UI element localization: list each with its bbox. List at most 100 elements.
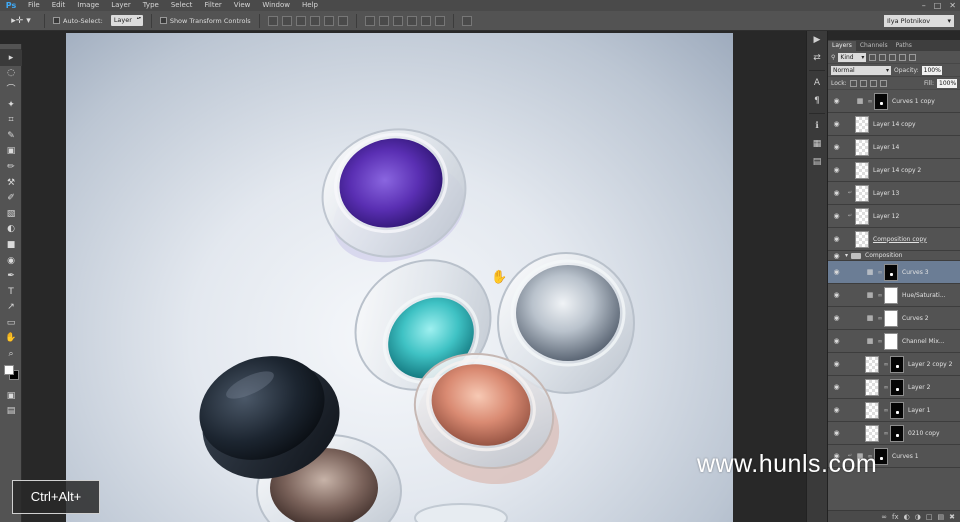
- menu-help[interactable]: Help: [296, 0, 324, 11]
- visibility-eye-icon[interactable]: ◉: [828, 143, 845, 151]
- align-top-edges-icon[interactable]: [267, 15, 278, 26]
- distribute-bottom-icon[interactable]: [392, 15, 403, 26]
- document-canvas[interactable]: ✋: [66, 33, 733, 522]
- layer-row[interactable]: ◉ ▦ ∞ Hue/Saturati...: [828, 284, 960, 307]
- visibility-eye-icon[interactable]: ◉: [828, 337, 845, 345]
- minimize-icon[interactable]: –: [922, 0, 926, 11]
- quick-select-tool-icon[interactable]: ✦: [0, 97, 22, 113]
- menu-select[interactable]: Select: [165, 0, 199, 11]
- layer-thumbnail[interactable]: [865, 424, 879, 442]
- path-select-tool-icon[interactable]: ↗: [0, 300, 22, 316]
- layer-thumbnail[interactable]: [855, 115, 869, 133]
- lock-transparent-icon[interactable]: [849, 79, 857, 87]
- menu-edit[interactable]: Edit: [46, 0, 72, 11]
- menu-view[interactable]: View: [228, 0, 257, 11]
- auto-align-layers-icon[interactable]: [461, 15, 472, 26]
- layer-mask-thumbnail[interactable]: [890, 424, 904, 442]
- layer-row[interactable]: ◉ Layer 14 copy: [828, 113, 960, 136]
- visibility-eye-icon[interactable]: ◉: [828, 383, 845, 391]
- align-vertical-centers-icon[interactable]: [281, 15, 292, 26]
- brush-tool-icon[interactable]: ✏: [0, 159, 22, 175]
- distribute-left-icon[interactable]: [406, 15, 417, 26]
- gradient-tool-icon[interactable]: ◐: [0, 222, 22, 238]
- align-right-edges-icon[interactable]: [337, 15, 348, 26]
- menu-filter[interactable]: Filter: [198, 0, 227, 11]
- visibility-eye-icon[interactable]: ◉: [828, 189, 845, 197]
- visibility-eye-icon[interactable]: ◉: [828, 97, 845, 105]
- layer-thumbnail[interactable]: [865, 378, 879, 396]
- styles-panel-icon[interactable]: ▤: [807, 153, 827, 171]
- visibility-eye-icon[interactable]: ◉: [828, 291, 845, 299]
- layer-row[interactable]: ◉ ∞ 0210 copy: [828, 422, 960, 445]
- properties-panel-icon[interactable]: ▦: [807, 135, 827, 153]
- tab-channels[interactable]: Channels: [856, 41, 892, 51]
- distribute-right-icon[interactable]: [434, 15, 445, 26]
- layer-group-row[interactable]: ◉ ▾ Composition: [828, 251, 960, 261]
- hand-tool-icon[interactable]: ✋: [0, 331, 22, 347]
- crop-tool-icon[interactable]: ⌗: [0, 112, 22, 128]
- lasso-tool-icon[interactable]: ⌒: [0, 81, 22, 97]
- info-panel-icon[interactable]: ℹ: [807, 117, 827, 135]
- auto-select-dropdown[interactable]: Layer: [110, 15, 143, 26]
- visibility-eye-icon[interactable]: ◉: [828, 360, 845, 368]
- layer-row[interactable]: ◉ Layer 14: [828, 136, 960, 159]
- new-adjustment-layer-icon[interactable]: ◑: [915, 513, 921, 521]
- show-transform-checkbox[interactable]: Show Transform Controls: [159, 17, 251, 25]
- auto-select-checkbox[interactable]: Auto-Select:: [53, 17, 103, 25]
- visibility-eye-icon[interactable]: ◉: [828, 166, 845, 174]
- opacity-input[interactable]: 100%: [921, 65, 942, 75]
- clone-stamp-tool-icon[interactable]: ⚒: [0, 175, 22, 191]
- layer-mask-thumbnail[interactable]: [884, 263, 898, 281]
- delete-layer-icon[interactable]: ✖: [949, 513, 955, 521]
- checkbox-box[interactable]: [53, 17, 60, 24]
- distribute-center-icon[interactable]: [378, 15, 389, 26]
- blend-mode-dropdown[interactable]: Normal: [831, 65, 891, 75]
- foreground-color-swatch[interactable]: [4, 364, 14, 375]
- new-group-icon[interactable]: □: [926, 513, 933, 521]
- layer-row[interactable]: ◉ ∞ Layer 2: [828, 376, 960, 399]
- link-layers-icon[interactable]: ∞: [881, 513, 887, 521]
- visibility-eye-icon[interactable]: ◉: [828, 212, 845, 220]
- tab-paths[interactable]: Paths: [892, 41, 916, 51]
- checkbox-box[interactable]: [159, 17, 167, 24]
- visibility-eye-icon[interactable]: ◉: [828, 252, 845, 260]
- tab-layers[interactable]: Layers: [828, 41, 856, 51]
- paragraph-panel-icon[interactable]: ¶: [807, 92, 827, 110]
- filter-smart-object-icon[interactable]: [909, 53, 917, 61]
- move-tool-preset[interactable]: ▸✛ ▾: [6, 14, 36, 28]
- layer-row[interactable]: ◉ ▦ ∞ Channel Mix...: [828, 330, 960, 353]
- align-bottom-edges-icon[interactable]: [295, 15, 306, 26]
- align-left-edges-icon[interactable]: [309, 15, 320, 26]
- close-icon[interactable]: ✕: [949, 0, 956, 11]
- layer-thumbnail[interactable]: [855, 138, 869, 156]
- pen-tool-icon[interactable]: ✒: [0, 268, 22, 284]
- fill-input[interactable]: 100%: [937, 78, 957, 88]
- filter-adjustment-icon[interactable]: [879, 53, 887, 61]
- eraser-tool-icon[interactable]: ▧: [0, 206, 22, 222]
- visibility-eye-icon[interactable]: ◉: [828, 268, 845, 276]
- filter-pixel-icon[interactable]: [869, 53, 877, 61]
- distribute-top-icon[interactable]: [364, 15, 375, 26]
- align-horizontal-centers-icon[interactable]: [323, 15, 334, 26]
- character-panel-icon[interactable]: A: [807, 74, 827, 92]
- layer-row[interactable]: ◉ ▦ ∞ Curves 1 copy: [828, 90, 960, 113]
- move-tool-icon[interactable]: ▸: [0, 50, 22, 66]
- menu-image[interactable]: Image: [71, 0, 105, 11]
- marquee-tool-icon[interactable]: ◌: [0, 66, 22, 82]
- layer-thumbnail[interactable]: [855, 230, 869, 248]
- healing-brush-tool-icon[interactable]: ▣: [0, 144, 22, 160]
- visibility-eye-icon[interactable]: ◉: [828, 429, 845, 437]
- layer-mask-thumbnail[interactable]: [884, 332, 898, 350]
- play-action-icon[interactable]: ▶: [807, 31, 827, 49]
- layer-mask-thumbnail[interactable]: [884, 286, 898, 304]
- layer-row[interactable]: ◉ ∞ Layer 2 copy 2: [828, 353, 960, 376]
- lock-position-icon[interactable]: [869, 79, 877, 87]
- layer-row[interactable]: ◉ Composition copy: [828, 228, 960, 251]
- layer-mask-thumbnail[interactable]: [890, 378, 904, 396]
- layer-mask-thumbnail[interactable]: [890, 355, 904, 373]
- menu-type[interactable]: Type: [137, 0, 165, 11]
- new-layer-icon[interactable]: ▤: [938, 513, 945, 521]
- layer-row[interactable]: ◉ ▦ ∞ Curves 2: [828, 307, 960, 330]
- layer-row[interactable]: ◉ ∞ Layer 1: [828, 399, 960, 422]
- lock-all-icon[interactable]: [879, 79, 887, 87]
